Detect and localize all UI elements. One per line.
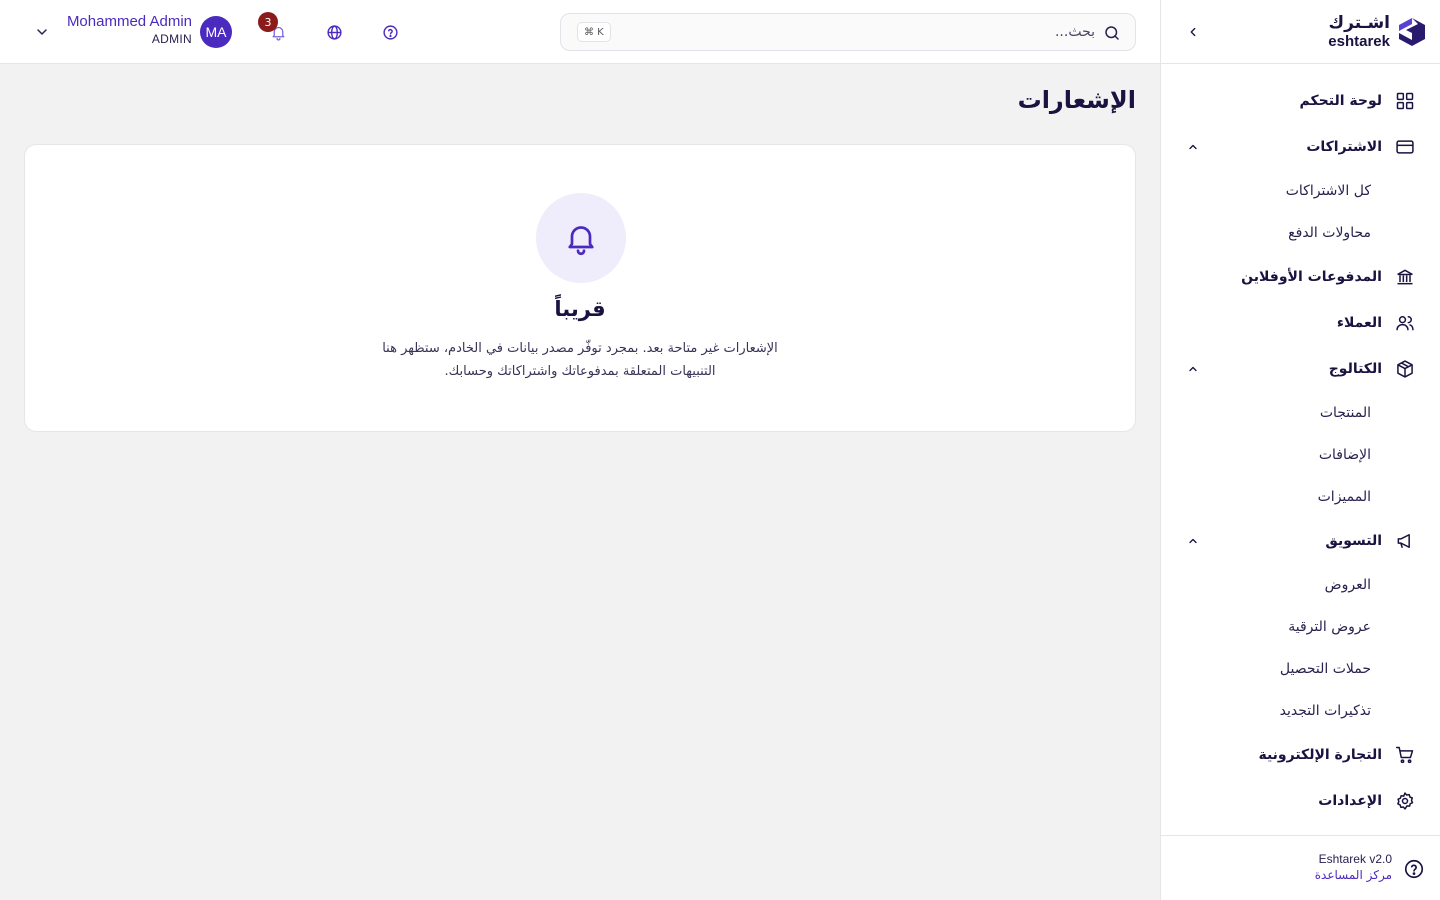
brand-name-en: eshtarek [1328,33,1390,50]
sidebar-item-label: التسويق [1325,533,1382,549]
bank-icon [1394,266,1416,288]
gear-icon [1394,790,1416,812]
cart-icon [1394,744,1416,766]
brand-name-ar: اشـترك [1328,13,1390,33]
brand-mark-icon [1399,18,1425,46]
sidebar-subitem-offers[interactable]: العروض [1161,564,1440,606]
sidebar-item-ecommerce[interactable]: التجارة الإلكترونية [1161,732,1440,778]
help-circle-icon [382,24,398,40]
language-button[interactable] [322,20,346,44]
sidebar-subitem-products[interactable]: المنتجات [1161,392,1440,434]
sidebar-subitem-dunning-campaigns[interactable]: حملات التحصيل [1161,648,1440,690]
brand-logo[interactable]: اشـترك eshtarek [1328,14,1426,50]
sidebar-subitem-label: تذكيرات التجديد [1279,703,1371,719]
sidebar-subitem-label: عروض الترقية [1288,619,1371,635]
chevron-up-icon [1185,533,1201,549]
package-icon [1394,358,1416,380]
chevron-up-icon [1185,139,1201,155]
credit-card-icon [1394,136,1416,158]
empty-state-card: قريباً الإشعارات غير متاحة بعد. بمجرد تو… [24,144,1136,432]
sidebar-footer: Eshtarek v2.0 مركز المساعدة [1161,835,1440,900]
sidebar-item-label: الاشتراكات [1306,139,1382,155]
app-version: Eshtarek v2.0 [1318,852,1392,866]
collapse-sidebar-button[interactable] [1181,20,1205,44]
bell-icon [568,226,594,256]
chevron-left-icon [1190,27,1196,37]
sidebar-item-customers[interactable]: العملاء [1161,300,1440,346]
dashboard-icon [1394,90,1416,112]
sidebar-subitem-features[interactable]: المميزات [1161,476,1440,518]
user-menu[interactable]: Mohammed Admin ADMIN [58,13,192,47]
sidebar-subitem-upgrade-offers[interactable]: عروض الترقية [1161,606,1440,648]
chevron-down-icon[interactable] [34,24,50,40]
sidebar-item-catalog[interactable]: الكتالوج [1161,346,1440,392]
sidebar-subitem-payment-attempts[interactable]: محاولات الدفع [1161,212,1440,254]
sidebar-subitem-all-subscriptions[interactable]: كل الاشتراكات [1161,170,1440,212]
avatar[interactable]: MA [200,16,232,48]
user-name: Mohammed Admin [66,13,192,30]
sidebar-subitem-label: محاولات الدفع [1288,225,1371,241]
users-icon [1394,312,1416,334]
sidebar-item-settings[interactable]: الإعدادات [1161,778,1440,824]
search-box[interactable]: ⌘ K [560,13,1136,51]
sidebar-item-marketing[interactable]: التسويق [1161,518,1440,564]
empty-state-illustration [536,193,626,283]
sidebar-item-label: الكتالوج [1328,361,1382,377]
sidebar-item-label: التجارة الإلكترونية [1258,747,1382,763]
sidebar-subitem-label: كل الاشتراكات [1285,183,1371,199]
sidebar-item-label: الإعدادات [1318,793,1382,809]
sidebar-subitem-label: حملات التحصيل [1279,661,1371,677]
sidebar-item-label: لوحة التحكم [1299,93,1382,109]
help-center-link[interactable]: مركز المساعدة [1315,868,1392,882]
empty-state-description: الإشعارات غير متاحة بعد. بمجرد توفّر مصد… [382,341,778,379]
chevron-up-icon [1185,361,1201,377]
sidebar-subitem-label: الإضافات [1318,447,1371,463]
top-bar: ⌘ K 3 MA Mohammed Admin ADMIN [0,0,1160,64]
sidebar-item-subscriptions[interactable]: الاشتراكات [1161,124,1440,170]
sidebar-item-label: المدفوعات الأوفلاين [1241,269,1382,285]
search-shortcut-hint: ⌘ K [577,22,611,42]
empty-state-title: قريباً [554,297,606,321]
help-button[interactable] [378,20,402,44]
sidebar-item-dashboard[interactable]: لوحة التحكم [1161,78,1440,124]
help-circle-icon[interactable] [1403,858,1425,880]
sidebar-subitem-addons[interactable]: الإضافات [1161,434,1440,476]
sidebar-subitem-renewal-reminders[interactable]: تذكيرات التجديد [1161,690,1440,732]
sidebar-subitem-label: العروض [1324,577,1371,593]
page-title: الإشعارات [1017,86,1136,114]
search-icon [1105,26,1119,40]
megaphone-icon [1394,530,1416,552]
globe-icon [326,24,342,40]
sidebar-nav: لوحة التحكم الاشتراكات كل الاشتراكات محا… [1161,78,1440,824]
sidebar: اشـترك eshtarek لوحة التحكم الاشتراكات ك… [1160,0,1440,900]
notification-count-badge: 3 [258,12,278,32]
sidebar-item-offline-payments[interactable]: المدفوعات الأوفلاين [1161,254,1440,300]
sidebar-subitem-label: المميزات [1317,489,1371,505]
search-input[interactable] [695,20,1095,44]
sidebar-header: اشـترك eshtarek [1161,0,1440,64]
sidebar-subitem-label: المنتجات [1319,405,1371,421]
sidebar-item-label: العملاء [1336,315,1382,331]
user-role: ADMIN [151,32,192,46]
